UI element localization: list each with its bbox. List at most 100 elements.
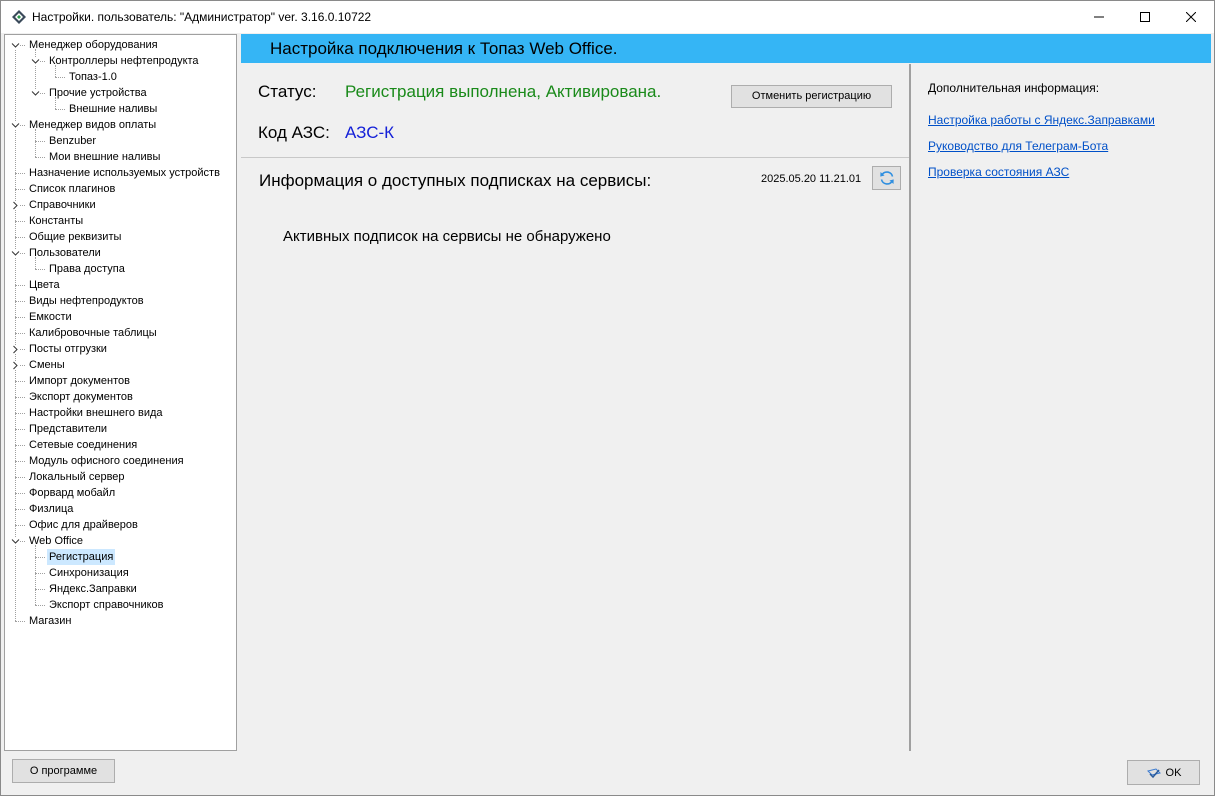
tree-item-label: Импорт документов (29, 375, 130, 387)
tree-guide-line (15, 413, 25, 414)
chevron-down-icon[interactable] (11, 41, 20, 50)
window-title: Настройки. пользователь: "Администратор"… (32, 10, 372, 24)
station-code-value: АЗС-К (345, 123, 395, 142)
app-icon (12, 10, 26, 24)
tree-guide-line (15, 189, 25, 190)
tree-item-label: Виды нефтепродуктов (29, 295, 144, 307)
tree-item[interactable]: Топаз-1.0 (5, 69, 236, 85)
chevron-right-icon[interactable] (11, 361, 20, 370)
minimize-button[interactable] (1076, 1, 1122, 33)
unregister-button[interactable]: Отменить регистрацию (731, 85, 892, 108)
tree-guide-line (35, 157, 45, 158)
settings-tree[interactable]: Менеджер оборудования Контроллеры нефтепр… (4, 34, 237, 751)
tree-item[interactable]: Benzuber (5, 133, 236, 149)
close-button[interactable] (1168, 1, 1214, 33)
tree-item[interactable]: Представители (5, 421, 236, 437)
about-button[interactable]: О программе (12, 759, 115, 783)
tree-item[interactable]: Экспорт документов (5, 389, 236, 405)
ok-button[interactable]: OK (1127, 760, 1200, 785)
title-bar[interactable]: Настройки. пользователь: "Администратор"… (1, 1, 1214, 33)
tree-item-label: Внешние наливы (69, 103, 158, 115)
subscriptions-title: Информация о доступных подписках на серв… (259, 171, 652, 190)
tree-item[interactable]: Мои внешние наливы (5, 149, 236, 165)
chevron-right-icon[interactable] (11, 201, 20, 210)
tree-item[interactable]: Регистрация (5, 549, 236, 565)
tree-item[interactable]: Настройки внешнего вида (5, 405, 236, 421)
tree-item-label: Мои внешние наливы (49, 151, 161, 163)
tree-item[interactable]: Прочие устройства (5, 85, 236, 101)
chevron-down-icon[interactable] (31, 57, 40, 66)
tree-item[interactable]: Контроллеры нефтепродукта (5, 53, 236, 69)
tree-item[interactable]: Локальный сервер (5, 469, 236, 485)
tree-item[interactable]: Посты отгрузки (5, 341, 236, 357)
tree-item[interactable]: Синхронизация (5, 565, 236, 581)
tree-item[interactable]: Назначение используемых устройств (5, 165, 236, 181)
tree-item[interactable]: Web Office (5, 533, 236, 549)
tree-item-label: Справочники (29, 199, 96, 211)
tree-guide-line (15, 333, 25, 334)
tree-item[interactable]: Яндекс.Заправки (5, 581, 236, 597)
chevron-down-icon[interactable] (11, 249, 20, 258)
tree-item[interactable]: Менеджер видов оплаты (5, 117, 236, 133)
tree-item[interactable]: Список плагинов (5, 181, 236, 197)
tree-guide-line (15, 173, 25, 174)
tree-item[interactable]: Менеджер оборудования (5, 37, 236, 53)
refresh-button[interactable] (872, 166, 901, 190)
tree-guide-line (15, 221, 25, 222)
link-telegram-guide[interactable]: Руководство для Телеграм-Бота (928, 139, 1108, 153)
tree-item-label: Физлица (29, 503, 74, 515)
tree-item-label: Benzuber (49, 135, 97, 147)
tree-item[interactable]: Цвета (5, 277, 236, 293)
tree-item[interactable]: Сетевые соединения (5, 437, 236, 453)
tree-item-label: Синхронизация (49, 567, 129, 579)
chevron-down-icon[interactable] (11, 537, 20, 546)
tree-item[interactable]: Смены (5, 357, 236, 373)
status-block: Статус: Регистрация выполнена, Активиров… (241, 64, 909, 158)
tree-guide-line (15, 429, 25, 430)
tree-item-label: Web Office (29, 535, 84, 547)
tree-item-label: Назначение используемых устройств (29, 167, 220, 179)
link-station-check[interactable]: Проверка состояния АЗС (928, 165, 1069, 179)
tree-item[interactable]: Внешние наливы (5, 101, 236, 117)
tree-item[interactable]: Магазин (5, 613, 236, 629)
tree-item-label: Контроллеры нефтепродукта (49, 55, 199, 67)
tree-item[interactable]: Права доступа (5, 261, 236, 277)
tree-item[interactable]: Экспорт справочников (5, 597, 236, 613)
chevron-down-icon[interactable] (31, 89, 40, 98)
maximize-button[interactable] (1122, 1, 1168, 33)
tree-item-label: Яндекс.Заправки (49, 583, 137, 595)
link-yandex-setup[interactable]: Настройка работы с Яндекс.Заправками (928, 113, 1155, 127)
tree-item-label: Права доступа (49, 263, 125, 275)
tree-guide-line (35, 573, 45, 574)
tree-item[interactable]: Справочники (5, 197, 236, 213)
tree-item-label: Топаз-1.0 (69, 71, 117, 83)
chevron-down-icon[interactable] (11, 121, 20, 130)
status-label: Статус: (258, 82, 317, 101)
tree-item[interactable]: Пользователи (5, 245, 236, 261)
tree-item[interactable]: Калибровочные таблицы (5, 325, 236, 341)
tree-item[interactable]: Константы (5, 213, 236, 229)
tree-guide-line (15, 301, 25, 302)
tree-item[interactable]: Физлица (5, 501, 236, 517)
tree-item[interactable]: Импорт документов (5, 373, 236, 389)
tree-guide-line (35, 557, 45, 558)
tree-item[interactable]: Виды нефтепродуктов (5, 293, 236, 309)
tree-item-label: Форвард мобайл (29, 487, 116, 499)
settings-window: Настройки. пользователь: "Администратор"… (0, 0, 1215, 796)
tree-guide-line (15, 237, 25, 238)
tree-guide-line (15, 285, 25, 286)
tree-item[interactable]: Общие реквизиты (5, 229, 236, 245)
info-pane: Дополнительная информация: Настройка раб… (913, 64, 1211, 751)
registration-pane: Статус: Регистрация выполнена, Активиров… (241, 64, 911, 751)
tree-item[interactable]: Модуль офисного соединения (5, 453, 236, 469)
tree-item[interactable]: Офис для драйверов (5, 517, 236, 533)
chevron-right-icon[interactable] (11, 345, 20, 354)
tree-guide-line (15, 621, 25, 622)
tree-item-label: Менеджер оборудования (29, 39, 158, 51)
minimize-icon (1094, 16, 1104, 18)
tree-guide-line (35, 605, 45, 606)
tree-item[interactable]: Форвард мобайл (5, 485, 236, 501)
main-panel: Настройка подключения к Топаз Web Office… (241, 34, 1211, 751)
tree-item-label: Емкости (29, 311, 72, 323)
tree-item[interactable]: Емкости (5, 309, 236, 325)
